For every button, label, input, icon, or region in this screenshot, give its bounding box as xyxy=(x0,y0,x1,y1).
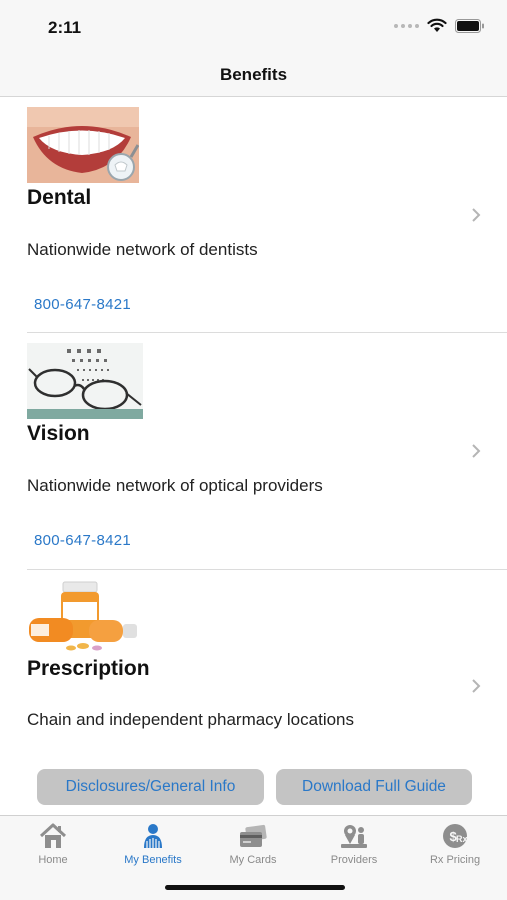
tab-label: My Benefits xyxy=(124,854,182,866)
benefit-cell-dental[interactable]: Dental Nationwide network of dentists 80… xyxy=(0,97,507,333)
benefit-title: Vision xyxy=(27,422,90,445)
my-benefits-icon xyxy=(144,824,162,848)
providers-icon xyxy=(341,825,367,848)
smile-teeth-icon xyxy=(27,107,139,183)
tab-label: My Cards xyxy=(229,854,277,866)
chevron-right-icon xyxy=(472,444,481,458)
benefit-title: Dental xyxy=(27,186,92,209)
download-guide-button[interactable]: Download Full Guide xyxy=(276,769,472,805)
status-bar: 2:11 xyxy=(0,0,507,52)
disclosures-button[interactable]: Disclosures/General Info xyxy=(37,769,264,805)
pill-bottles-icon xyxy=(27,580,143,654)
chevron-right-icon xyxy=(472,208,481,222)
rx-pricing-icon: $ Rx xyxy=(443,824,468,848)
status-time: 2:11 xyxy=(48,18,82,37)
benefit-phone-link[interactable]: 800-647-8421 xyxy=(34,532,131,549)
battery-icon xyxy=(455,18,484,33)
tab-my-cards[interactable]: My Cards xyxy=(203,822,303,872)
svg-text:Rx: Rx xyxy=(456,834,468,844)
benefit-title: Prescription xyxy=(27,657,150,680)
benefit-phone-link[interactable]: 800-647-8421 xyxy=(34,296,131,313)
status-indicators xyxy=(394,18,485,33)
benefit-description: Nationwide network of dentists xyxy=(27,240,258,259)
page-title: Benefits xyxy=(219,65,288,84)
benefits-list: Dental Nationwide network of dentists 80… xyxy=(0,97,507,817)
eyeglasses-eye-chart-icon xyxy=(27,343,143,419)
tab-label: Rx Pricing xyxy=(429,854,481,866)
wifi-icon xyxy=(427,18,447,32)
benefit-description: Chain and independent pharmacy locations xyxy=(27,710,355,729)
benefit-cell-prescription[interactable]: Prescription Chain and independent pharm… xyxy=(0,570,507,770)
benefit-cell-vision[interactable]: Vision Nationwide network of optical pro… xyxy=(0,333,507,570)
chevron-right-icon xyxy=(472,679,481,693)
home-indicator xyxy=(165,885,345,890)
tab-label: Providers xyxy=(330,854,378,866)
tab-home[interactable]: Home xyxy=(3,822,103,872)
tab-my-benefits[interactable]: My Benefits xyxy=(103,822,203,872)
navigation-bar: Benefits xyxy=(0,52,507,97)
cards-icon xyxy=(240,824,267,847)
tab-rx-pricing[interactable]: $ Rx Rx Pricing xyxy=(405,822,505,872)
tab-providers[interactable]: Providers xyxy=(304,822,404,872)
tab-label: Home xyxy=(38,854,68,866)
home-icon xyxy=(39,823,67,848)
cellular-signal-icon xyxy=(394,23,419,28)
benefit-description: Nationwide network of optical providers xyxy=(27,476,323,495)
